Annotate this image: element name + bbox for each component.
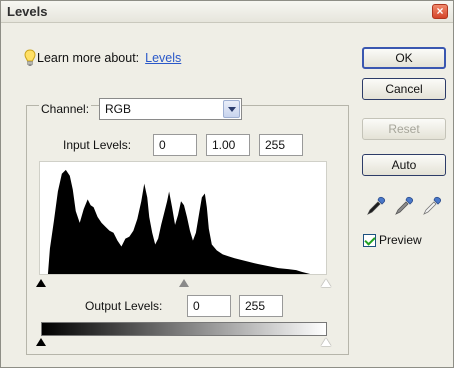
learn-more-link[interactable]: Levels xyxy=(145,51,181,65)
histogram xyxy=(39,161,327,275)
output-black-field[interactable]: 0 xyxy=(187,295,231,317)
learn-more: Learn more about: Levels xyxy=(37,51,181,65)
channel-label: Channel: xyxy=(39,102,92,116)
ok-button[interactable]: OK xyxy=(362,47,446,69)
input-black-field[interactable]: 0 xyxy=(153,134,197,156)
input-levels-label: Input Levels: xyxy=(63,138,132,152)
output-levels-slider[interactable] xyxy=(36,338,331,348)
title-bar[interactable]: Levels × xyxy=(1,1,453,23)
black-eyedropper-icon[interactable] xyxy=(365,195,387,217)
gamma-handle[interactable] xyxy=(179,279,189,287)
input-gamma-field[interactable]: 1.00 xyxy=(206,134,250,156)
white-eyedropper-icon[interactable] xyxy=(421,195,443,217)
histogram-shape xyxy=(47,169,311,274)
levels-dialog: Levels × Learn more about: Levels Channel… xyxy=(0,0,454,368)
preview-checkbox[interactable] xyxy=(363,234,376,247)
channel-value: RGB xyxy=(105,102,132,116)
learn-more-text: Learn more about: xyxy=(37,51,140,65)
reset-button[interactable]: Reset xyxy=(362,118,446,140)
gray-eyedropper-icon[interactable] xyxy=(393,195,415,217)
auto-button[interactable]: Auto xyxy=(362,154,446,176)
close-button[interactable]: × xyxy=(432,4,448,19)
white-point-handle[interactable] xyxy=(321,279,331,287)
input-levels-slider[interactable] xyxy=(36,279,331,289)
output-white-handle[interactable] xyxy=(321,338,331,346)
window-title: Levels xyxy=(7,4,48,19)
cancel-button[interactable]: Cancel xyxy=(362,78,446,100)
input-white-field[interactable]: 255 xyxy=(259,134,303,156)
output-white-field[interactable]: 255 xyxy=(239,295,283,317)
black-point-handle[interactable] xyxy=(36,279,46,287)
chevron-down-icon[interactable] xyxy=(223,100,240,118)
output-levels-label: Output Levels: xyxy=(85,299,163,313)
output-gradient-bar xyxy=(41,322,327,336)
output-black-handle[interactable] xyxy=(36,338,46,346)
channel-select[interactable]: RGB xyxy=(99,98,242,120)
lightbulb-icon xyxy=(24,49,36,66)
preview-label[interactable]: Preview xyxy=(379,233,422,247)
